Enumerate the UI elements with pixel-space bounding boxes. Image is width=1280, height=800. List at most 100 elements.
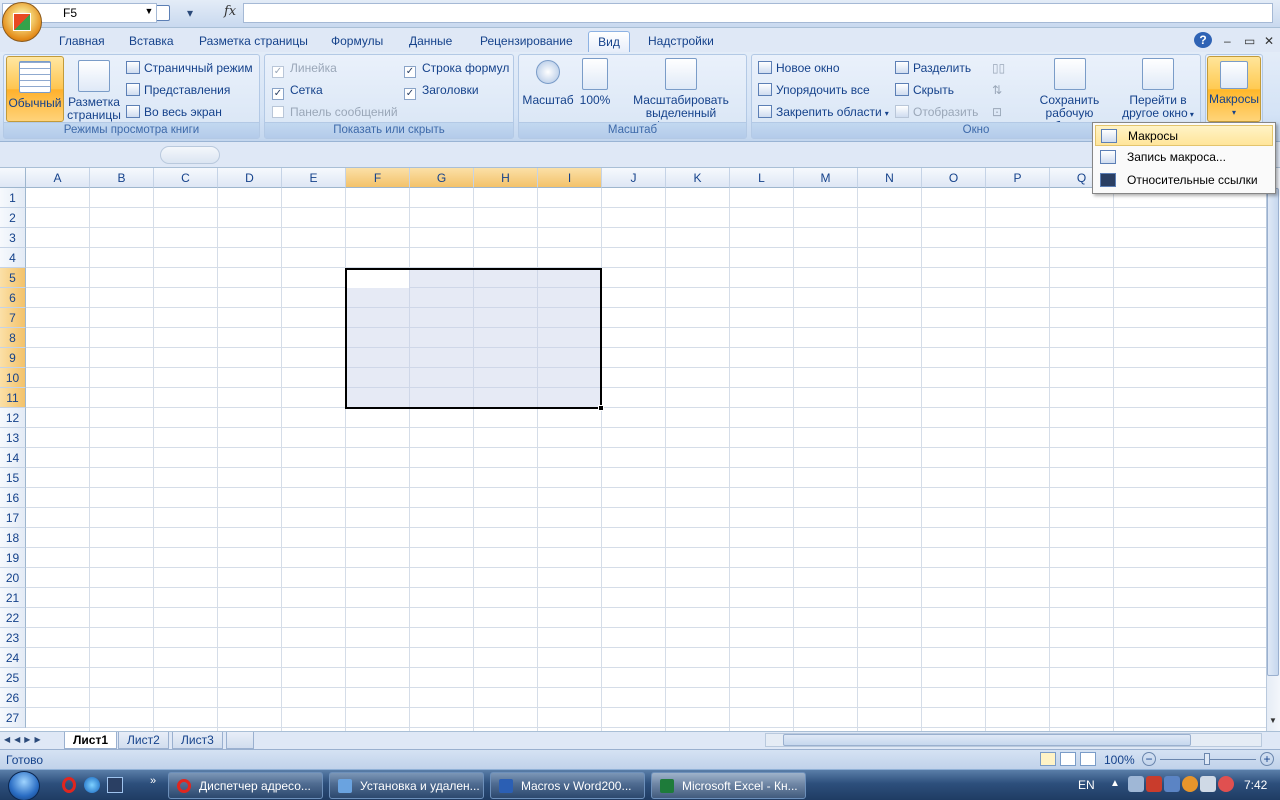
clock[interactable]: 7:42 <box>1244 778 1267 792</box>
row-header-16[interactable]: 16 <box>0 488 26 508</box>
synchronous-scrolling-icon[interactable]: ⇅ <box>992 80 1002 100</box>
formula-input[interactable] <box>243 3 1273 23</box>
tray-alert-icon[interactable] <box>1218 776 1234 792</box>
unhide-button[interactable]: Отобразить <box>895 102 978 122</box>
zoom-out-icon[interactable]: − <box>1142 752 1156 766</box>
page-break-preview-button[interactable]: Страничный режим <box>126 58 253 78</box>
tab-insert[interactable]: Вставка <box>123 31 180 52</box>
tab-formulas[interactable]: Формулы <box>325 31 389 52</box>
tab-view[interactable]: Вид <box>588 31 630 52</box>
page-layout-button[interactable]: Разметка страницы <box>66 60 122 122</box>
vertical-scroll-thumb[interactable] <box>1267 188 1279 676</box>
row-header-1[interactable]: 1 <box>0 188 26 208</box>
row-header-25[interactable]: 25 <box>0 668 26 688</box>
menu-item-relative-references[interactable]: Относительные ссылки <box>1095 170 1273 191</box>
row-header-13[interactable]: 13 <box>0 428 26 448</box>
split-button[interactable]: Разделить <box>895 58 971 78</box>
column-header-O[interactable]: O <box>922 168 986 188</box>
tab-page-layout[interactable]: Разметка страницы <box>193 31 314 52</box>
row-header-17[interactable]: 17 <box>0 508 26 528</box>
row-header-8[interactable]: 8 <box>0 328 26 348</box>
normal-view-status-icon[interactable] <box>1040 752 1056 766</box>
row-header-18[interactable]: 18 <box>0 528 26 548</box>
language-indicator[interactable]: EN <box>1078 778 1095 792</box>
ribbon-minimize-icon[interactable]: – <box>1218 31 1237 52</box>
column-header-J[interactable]: J <box>602 168 666 188</box>
row-header-21[interactable]: 21 <box>0 588 26 608</box>
menu-item-view-macros[interactable]: Макросы <box>1095 125 1273 146</box>
row-header-6[interactable]: 6 <box>0 288 26 308</box>
row-header-26[interactable]: 26 <box>0 688 26 708</box>
normal-view-button[interactable]: Обычный <box>6 56 64 122</box>
volume-icon[interactable] <box>1200 776 1216 792</box>
start-button[interactable] <box>8 771 40 800</box>
row-header-4[interactable]: 4 <box>0 248 26 268</box>
row-header-23[interactable]: 23 <box>0 628 26 648</box>
row-header-2[interactable]: 2 <box>0 208 26 228</box>
tab-data[interactable]: Данные <box>403 31 458 52</box>
row-header-9[interactable]: 9 <box>0 348 26 368</box>
formula-bar-resize-handle[interactable] <box>160 146 220 164</box>
column-header-D[interactable]: D <box>218 168 282 188</box>
row-header-10[interactable]: 10 <box>0 368 26 388</box>
zoom-in-icon[interactable]: + <box>1260 752 1274 766</box>
column-header-L[interactable]: L <box>730 168 794 188</box>
ribbon-close-icon[interactable]: ✕ <box>1258 31 1280 52</box>
page-layout-status-icon[interactable] <box>1060 752 1076 766</box>
tab-addins[interactable]: Надстройки <box>642 31 720 52</box>
custom-views-button[interactable]: Представления <box>126 80 230 100</box>
tab-home[interactable]: Главная <box>53 31 111 52</box>
column-header-C[interactable]: C <box>154 168 218 188</box>
gridlines-checkbox[interactable]: ✓ Сетка <box>272 80 323 100</box>
sheet-tab-2[interactable]: Лист2 <box>118 732 169 749</box>
menu-item-record-macro[interactable]: Запись макроса... <box>1095 147 1273 168</box>
chevron-down-icon[interactable]: ▼ <box>143 6 155 18</box>
row-header-3[interactable]: 3 <box>0 228 26 248</box>
row-header-22[interactable]: 22 <box>0 608 26 628</box>
sheet-nav-arrows-icon[interactable]: ◀◀▶▶ <box>4 733 60 747</box>
full-screen-button[interactable]: Во весь экран <box>126 102 222 122</box>
network-icon[interactable] <box>1128 776 1144 792</box>
tray-app-icon[interactable] <box>1164 776 1180 792</box>
page-break-status-icon[interactable] <box>1080 752 1096 766</box>
taskbar-item-opera[interactable]: Диспетчер адресо... <box>168 772 323 799</box>
macros-button[interactable]: Макросы ▾ <box>1207 56 1261 122</box>
taskbar-item-excel[interactable]: Microsoft Excel - Кн... <box>651 772 806 799</box>
scroll-down-icon[interactable]: ▼ <box>1267 712 1279 730</box>
hide-button[interactable]: Скрыть <box>895 80 954 100</box>
column-header-P[interactable]: P <box>986 168 1050 188</box>
view-side-by-side-icon[interactable]: ▯▯ <box>992 58 1005 78</box>
column-header-I[interactable]: I <box>538 168 602 188</box>
taskbar-item-programs[interactable]: Установка и удален... <box>329 772 484 799</box>
column-header-F[interactable]: F <box>346 168 410 188</box>
row-header-20[interactable]: 20 <box>0 568 26 588</box>
help-icon[interactable]: ? <box>1194 32 1212 48</box>
column-header-M[interactable]: M <box>794 168 858 188</box>
column-header-E[interactable]: E <box>282 168 346 188</box>
tray-expand-icon[interactable]: ▲ <box>1110 778 1120 789</box>
row-header-5[interactable]: 5 <box>0 268 26 288</box>
worksheet-grid[interactable]: ABCDEFGHIJKLMNOPQ 1 2 3 4 5 6 7 8 9 10 11 12 13 14 15 1… <box>0 168 1266 731</box>
zoom-level[interactable]: 100% <box>1104 753 1135 767</box>
switch-windows-button[interactable]: Перейти в другое окно ▾ <box>1119 58 1197 121</box>
zoom-100-button[interactable]: 100% <box>577 58 613 107</box>
freeze-panes-button[interactable]: Закрепить области ▾ <box>758 102 889 122</box>
fill-handle[interactable] <box>598 405 604 411</box>
row-header-15[interactable]: 15 <box>0 468 26 488</box>
taskbar-item-word[interactable]: Macros v Word200... <box>490 772 645 799</box>
row-header-24[interactable]: 24 <box>0 648 26 668</box>
horizontal-scroll-thumb[interactable] <box>783 734 1191 746</box>
update-icon[interactable] <box>1182 776 1198 792</box>
select-all-corner[interactable] <box>0 168 26 188</box>
antivirus-icon[interactable] <box>1146 776 1162 792</box>
sheet-tab-3[interactable]: Лист3 <box>172 732 223 749</box>
column-header-K[interactable]: K <box>666 168 730 188</box>
active-cell[interactable] <box>347 270 409 288</box>
message-bar-checkbox[interactable]: Панель сообщений <box>272 102 398 122</box>
row-header-12[interactable]: 12 <box>0 408 26 428</box>
new-window-button[interactable]: Новое окно <box>758 58 840 78</box>
tab-review[interactable]: Рецензирование <box>474 31 579 52</box>
row-header-19[interactable]: 19 <box>0 548 26 568</box>
insert-sheet-icon[interactable] <box>226 732 254 749</box>
row-header-11[interactable]: 11 <box>0 388 26 408</box>
